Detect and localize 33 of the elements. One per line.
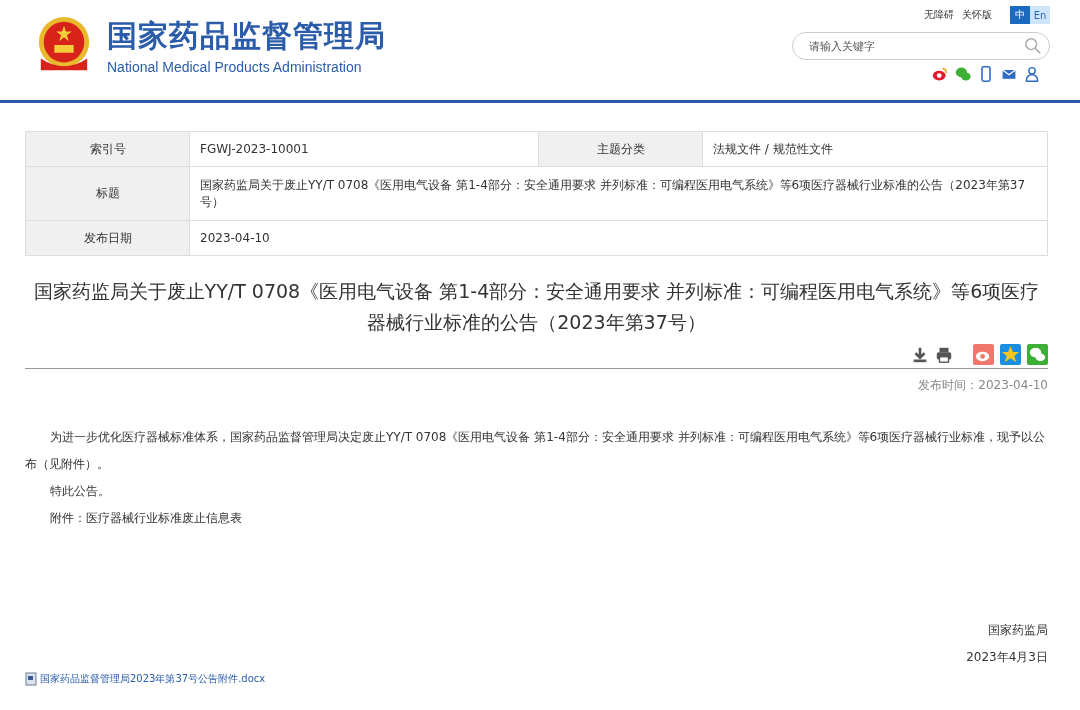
language-tab[interactable]: 中 [1010,6,1030,24]
site-name-english: National Medical Products Administration [107,58,363,75]
download-icon[interactable] [911,345,929,364]
star-share-icon[interactable] [1000,344,1021,365]
body-paragraph: 特此公告。 [49,483,111,500]
wechat-share-icon[interactable] [1027,344,1048,365]
site-name: 国家药品监督管理局 [107,16,386,55]
meta-value: 法规文件 / 规范性文件 [702,131,1048,167]
publish-time: 发布时间：2023-04-10 [917,377,1048,394]
meta-value: 2023-04-10 [189,220,1048,256]
language-tab[interactable]: En [1030,6,1050,24]
mobile-icon[interactable] [978,66,994,82]
header-link[interactable]: 无障碍 [924,8,954,22]
weibo-icon[interactable] [932,66,948,82]
signature-line: 2023年4月3日 [965,649,1048,666]
attachment-link[interactable]: 国家药品监督管理局2023年第37号公告附件.docx [25,672,1048,686]
weibo-share-icon[interactable] [973,344,994,365]
meta-value: 国家药监局关于废止YY/T 0708《医用电气设备 第1-4部分：安全通用要求 并列标准：可编程医用电气系统》等6项医疗器械行业标准的公告（2023年第37号） [189,166,1048,221]
body-paragraph: 为进一步优化医疗器械标准体系，国家药品监督管理局决定废止YY/T 0708《医用电气设备 第1-4部分：安全通用要求 并列标准：可编程医用电气系统》等6项医疗器械行业标准，现予以公布（见附件）。 [25,429,1047,473]
meta-label: 标题 [25,166,190,221]
body-paragraph: 附件：医疗器械行业标准废止信息表 [49,510,243,527]
print-icon[interactable] [935,345,953,364]
article-title: 国家药监局关于废止YY/T 0708《医用电气设备 第1-4部分：安全通用要求 并列标准：可编程医用电气系统》等6项医疗器械行业标准的公告（2023年第37号） [32,279,1041,335]
document-icon [25,672,37,686]
meta-label: 索引号 [25,131,190,167]
meta-label: 主题分类 [538,131,703,167]
signature-line: 国家药监局 [987,622,1048,639]
meta-value: FGWJ-2023-10001 [189,131,539,167]
header-link[interactable]: 关怀版 [962,8,992,22]
search-field[interactable]: 请输入关键字 [792,32,1050,60]
wechat-icon[interactable] [955,66,971,82]
meta-label: 发布日期 [25,220,190,256]
user-icon[interactable] [1024,66,1040,82]
